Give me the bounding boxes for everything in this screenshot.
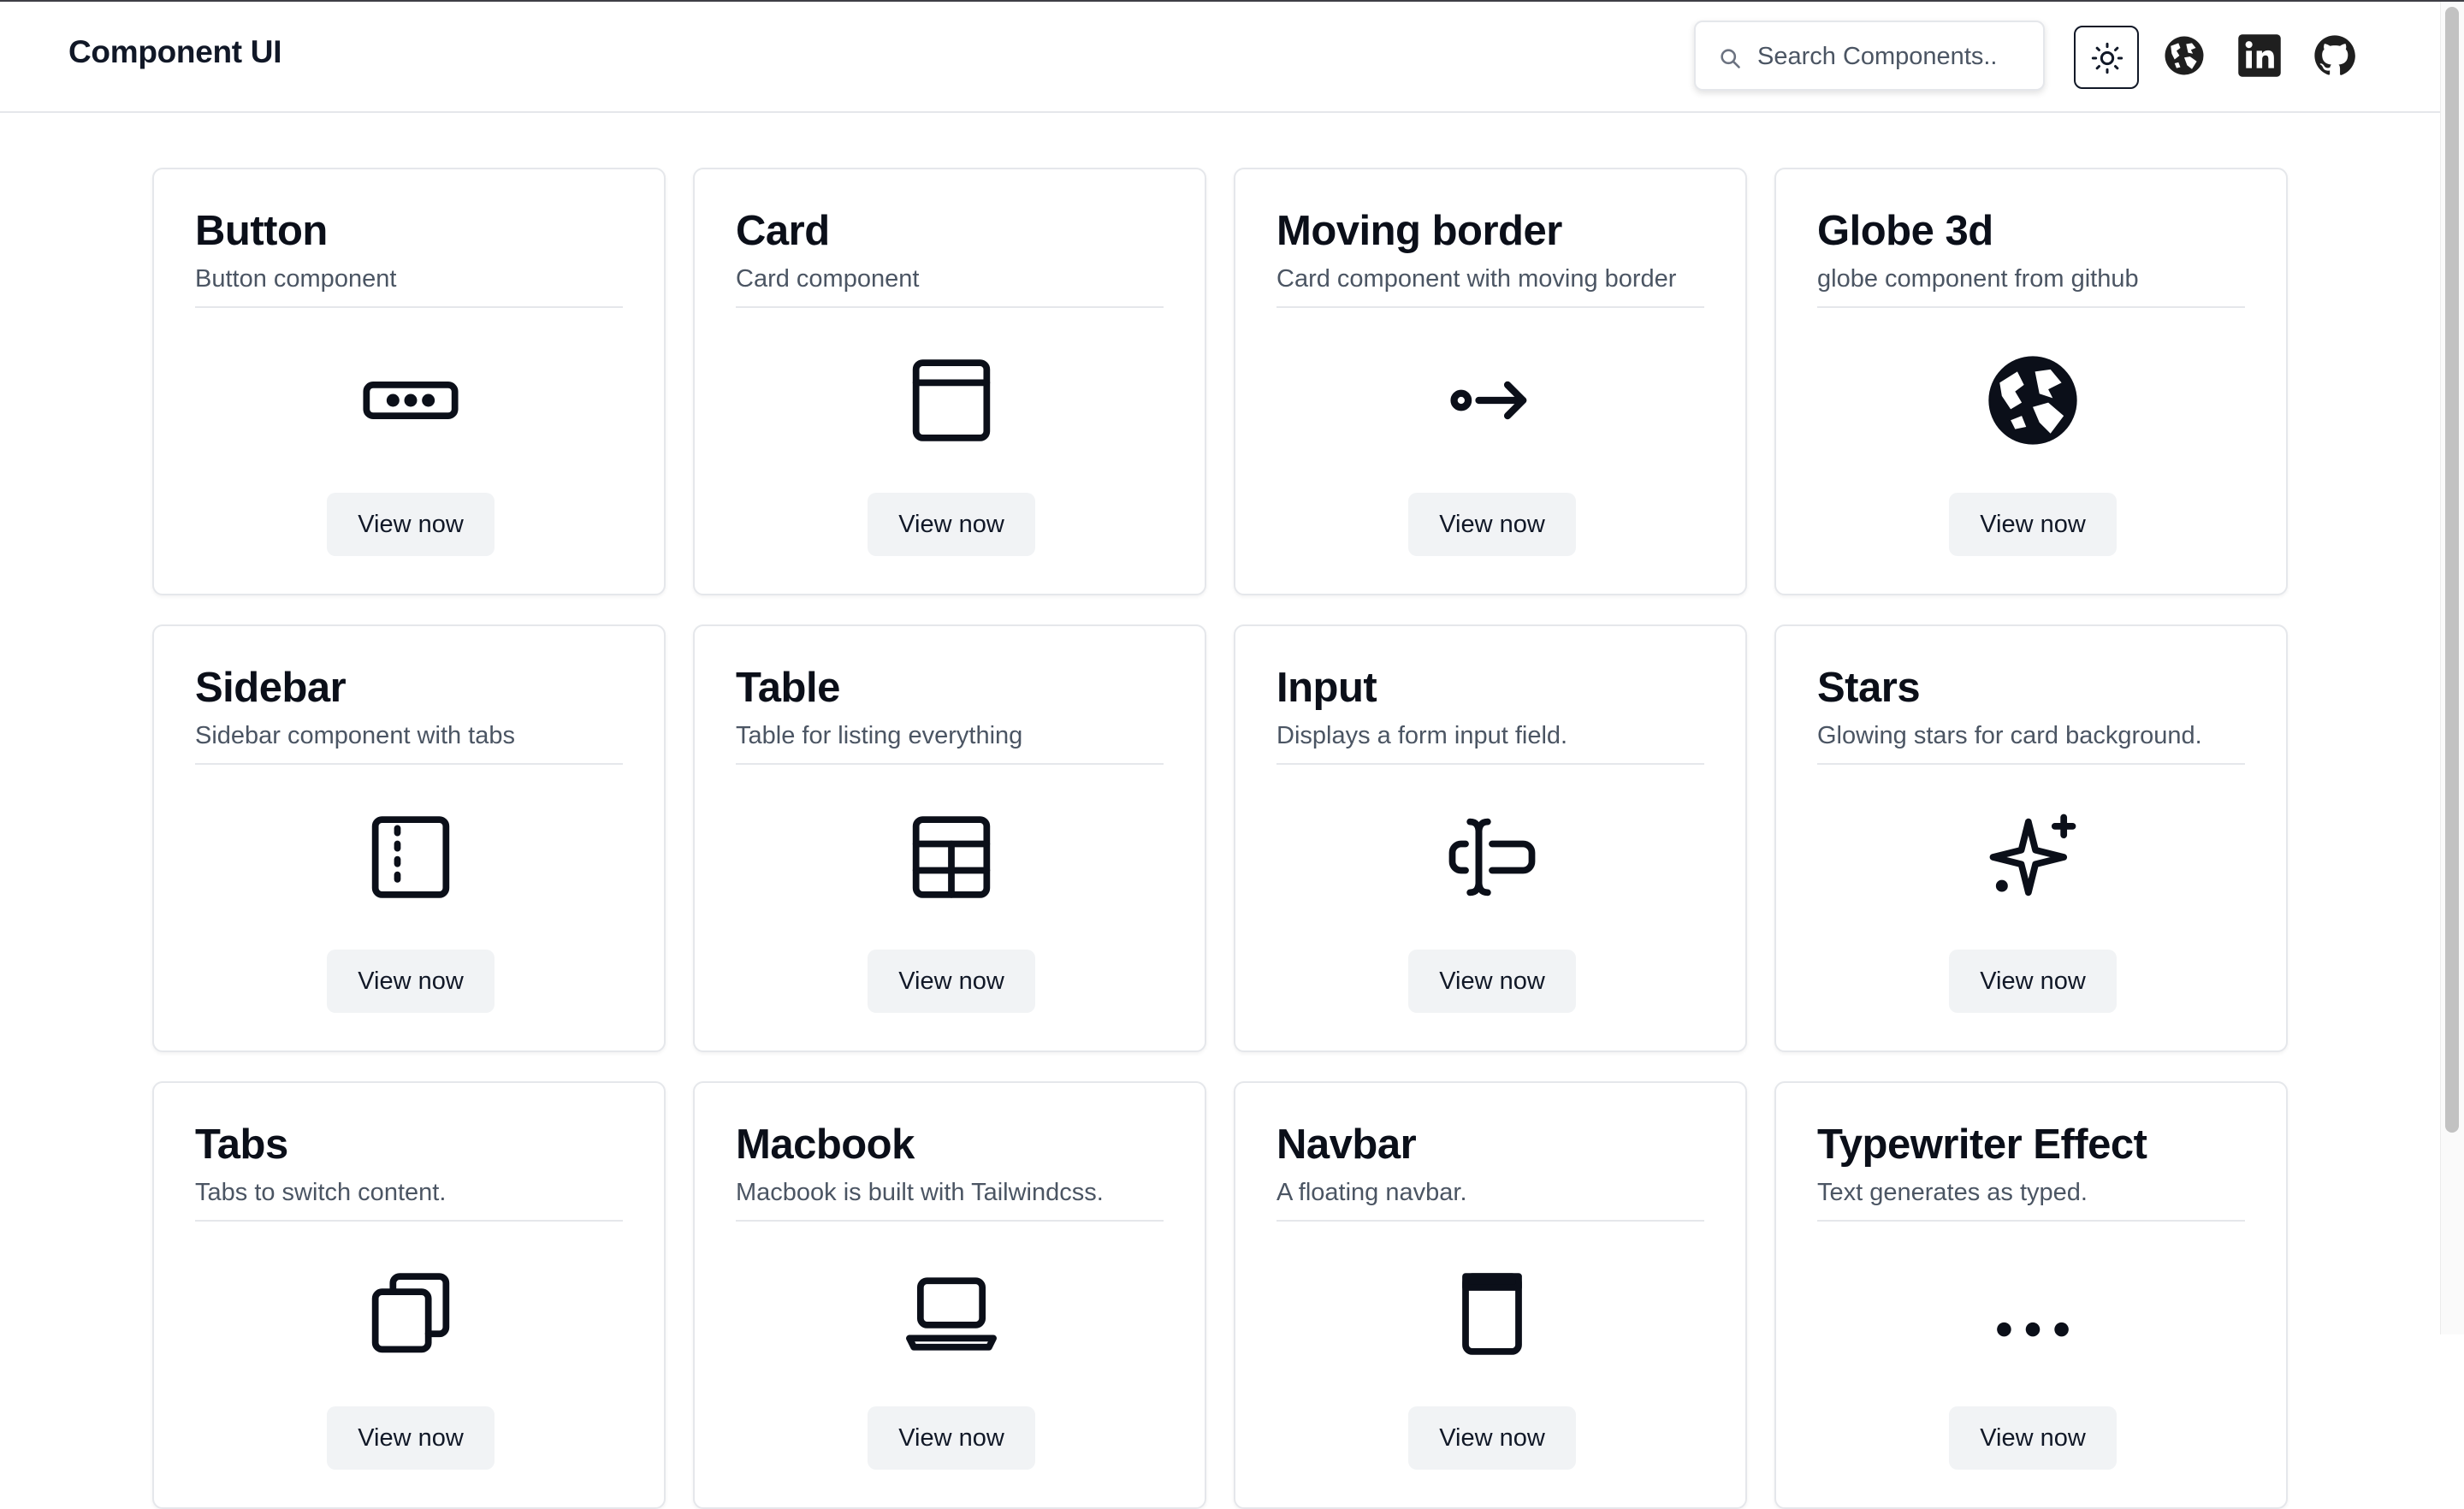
globe-icon[interactable]	[2161, 33, 2207, 79]
divider	[1817, 306, 2245, 308]
divider	[195, 1220, 623, 1222]
card-title: Button	[195, 208, 328, 254]
divider	[1276, 306, 1704, 308]
card-title: Globe 3d	[1817, 208, 1993, 254]
view-now-button[interactable]: View now	[1408, 1406, 1576, 1470]
card-description: Tabs to switch content.	[195, 1179, 447, 1206]
card-title: Table	[736, 665, 840, 711]
card-title: Input	[1276, 665, 1377, 711]
divider	[195, 763, 623, 765]
ellipsis-icon	[1997, 1322, 2069, 1337]
card-table: Table Table for listing everything View …	[693, 624, 1206, 1052]
laptop-icon	[906, 1277, 997, 1351]
card-description: Glowing stars for card background.	[1817, 722, 2202, 749]
view-now-button[interactable]: View now	[1949, 1406, 2117, 1470]
card-title: Typewriter Effect	[1817, 1121, 2147, 1168]
view-now-button[interactable]: View now	[1949, 493, 2117, 556]
card-globe-3d: Globe 3d globe component from github Vie…	[1774, 168, 2288, 595]
sparkles-icon	[1989, 814, 2076, 897]
card-description: Sidebar component with tabs	[195, 722, 515, 749]
card-title: Navbar	[1276, 1121, 1417, 1168]
card-description: Table for listing everything	[736, 722, 1023, 749]
search-input[interactable]: Search Components..	[1694, 21, 2045, 91]
card-tabs: Tabs Tabs to switch content. View now	[152, 1081, 666, 1509]
top-navbar: Component UI Search Components..	[0, 2, 2440, 113]
view-now-button[interactable]: View now	[868, 950, 1035, 1013]
card-input: Input Displays a form input field. View …	[1234, 624, 1747, 1052]
divider	[736, 763, 1164, 765]
text-cursor-input-icon	[1448, 818, 1536, 897]
scrollbar-thumb[interactable]	[2445, 7, 2459, 1133]
sidebar-icon	[371, 816, 450, 898]
card-title: Tabs	[195, 1121, 288, 1168]
view-now-button[interactable]: View now	[1949, 950, 2117, 1013]
view-now-button[interactable]: View now	[868, 493, 1035, 556]
navbar-icon	[1462, 1273, 1522, 1355]
card-description: Card component with moving border	[1276, 265, 1677, 293]
divider	[1817, 763, 2245, 765]
sun-icon	[2091, 42, 2123, 74]
card-navbar: Navbar A floating navbar. View now	[1234, 1081, 1747, 1509]
view-now-button[interactable]: View now	[1408, 493, 1576, 556]
view-now-button[interactable]: View now	[327, 950, 495, 1013]
card-description: Macbook is built with Tailwindcss.	[736, 1179, 1104, 1206]
linkedin-icon[interactable]	[2236, 33, 2283, 79]
divider	[1817, 1220, 2245, 1222]
card-description: Card component	[736, 265, 920, 293]
divider	[1276, 1220, 1704, 1222]
card-description: Text generates as typed.	[1817, 1179, 2088, 1206]
card-typewriter-effect: Typewriter Effect Text generates as type…	[1774, 1081, 2288, 1509]
card-description: Button component	[195, 265, 397, 293]
card-macbook: Macbook Macbook is built with Tailwindcs…	[693, 1081, 1206, 1509]
card-sidebar: Sidebar Sidebar component with tabs View…	[152, 624, 666, 1052]
button-icon	[363, 382, 459, 419]
globe-icon	[1988, 356, 2077, 445]
card-moving-border: Moving border Card component with moving…	[1234, 168, 1747, 595]
search-icon	[1721, 49, 1740, 68]
view-now-button[interactable]: View now	[327, 1406, 495, 1470]
view-now-button[interactable]: View now	[868, 1406, 1035, 1470]
card-button: Button Button component View now	[152, 168, 666, 595]
card-title: Stars	[1817, 665, 1921, 711]
divider	[1276, 763, 1704, 765]
card-title: Moving border	[1276, 208, 1562, 254]
github-icon[interactable]	[2312, 33, 2358, 79]
arrow-icon	[1450, 381, 1527, 420]
card-stars: Stars Glowing stars for card background.…	[1774, 624, 2288, 1052]
card-description: globe component from github	[1817, 265, 2139, 293]
card-description: A floating navbar.	[1276, 1179, 1467, 1206]
card-description: Displays a form input field.	[1276, 722, 1568, 749]
view-now-button[interactable]: View now	[1408, 950, 1576, 1013]
divider	[736, 1220, 1164, 1222]
search-placeholder: Search Components..	[1757, 43, 1998, 70]
card-title: Sidebar	[195, 665, 346, 711]
view-now-button[interactable]: View now	[327, 493, 495, 556]
divider	[736, 306, 1164, 308]
card-icon	[912, 359, 991, 441]
card-card: Card Card component View now	[693, 168, 1206, 595]
divider	[195, 306, 623, 308]
brand-title[interactable]: Component UI	[68, 34, 282, 70]
theme-toggle-button[interactable]	[2074, 26, 2139, 89]
card-title: Macbook	[736, 1121, 915, 1168]
table-icon	[912, 816, 991, 898]
tabs-icon	[371, 1273, 450, 1353]
card-title: Card	[736, 208, 830, 254]
